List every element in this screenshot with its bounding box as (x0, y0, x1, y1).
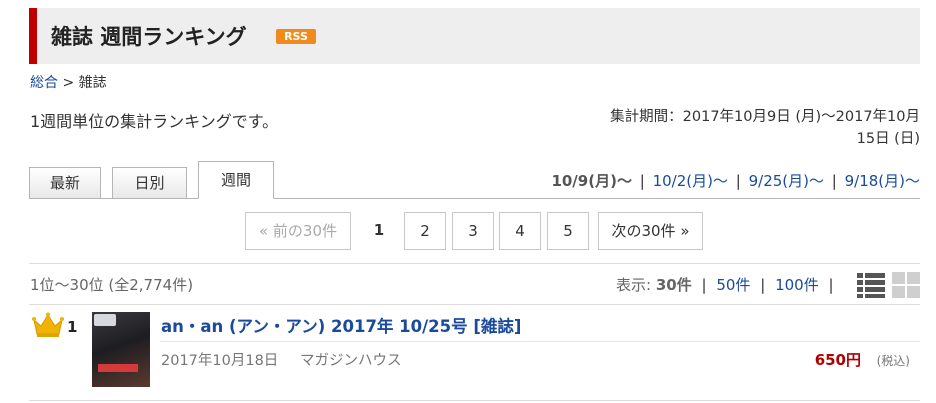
breadcrumb: 総合 > 雑誌 (30, 72, 107, 92)
item-price: 650円 (814, 351, 861, 369)
tab-daily[interactable]: 日別 (112, 167, 187, 199)
tab-latest[interactable]: 最新 (29, 167, 101, 199)
ranking-period: 集計期間：2017年10月9日 (月)〜2017年10月 15日 (日) (560, 106, 920, 150)
divider (29, 304, 920, 305)
pager-next-button[interactable]: 次の30件 » (598, 212, 703, 250)
display-separator: | (828, 276, 834, 294)
page-title: 雑誌 週間ランキング (51, 25, 247, 49)
divider (29, 400, 920, 401)
divider (29, 263, 920, 264)
crown-icon (32, 312, 64, 337)
pager-page-3[interactable]: 3 (452, 212, 494, 250)
rank-number: 1 (67, 318, 78, 336)
item-publisher: マガジンハウス (300, 353, 402, 369)
rss-badge[interactable]: RSS (276, 29, 316, 44)
week-separator: | (735, 172, 741, 190)
display-current: 30件 (655, 276, 692, 294)
display-option-50[interactable]: 50件 (716, 276, 750, 294)
week-separator: | (831, 172, 837, 190)
item-tax-note: (税込) (876, 354, 910, 368)
pager-page-4[interactable]: 4 (499, 212, 541, 250)
week-link-9-25[interactable]: 9/25(月)〜 (749, 172, 824, 190)
display-option-100[interactable]: 100件 (775, 276, 819, 294)
pager-page-5[interactable]: 5 (547, 212, 589, 250)
display-separator: | (701, 276, 707, 294)
magazine-cover-image[interactable] (92, 312, 150, 387)
week-navigation: 10/9(月)〜 | 10/2(月)〜 | 9/25(月)〜 | 9/18(月)… (551, 170, 920, 191)
grid-view-icon[interactable] (892, 272, 920, 298)
display-label: 表示: (616, 276, 652, 294)
pager-prev-button[interactable]: « 前の30件 (245, 212, 351, 250)
display-options: 表示: 30件 | 50件 | 100件 | (616, 274, 839, 295)
tab-weekly[interactable]: 週間 (198, 161, 274, 199)
pager-current-page: 1 (373, 221, 385, 239)
result-count: 1位〜30位 (全2,774件) (30, 276, 194, 294)
breadcrumb-home-link[interactable]: 総合 (30, 75, 58, 91)
item-release-date: 2017年10月18日 (161, 353, 279, 369)
cover-red-banner (98, 364, 138, 372)
pager-page-2[interactable]: 2 (404, 212, 446, 250)
ranking-description: 1週間単位の集計ランキングです。 (30, 112, 279, 131)
breadcrumb-current: 雑誌 (78, 75, 107, 91)
page-header: 雑誌 週間ランキング RSS (29, 8, 920, 64)
item-divider (160, 341, 920, 342)
week-link-10-2[interactable]: 10/2(月)〜 (653, 172, 728, 190)
period-line-2: 15日 (日) (856, 131, 920, 147)
item-title-link[interactable]: an・an (アン・アン) 2017年 10/25号 [雑誌] (161, 313, 521, 337)
list-view-icon[interactable] (857, 272, 885, 298)
cover-masthead (94, 314, 116, 326)
week-link-9-18[interactable]: 9/18(月)〜 (845, 172, 920, 190)
header-accent-bar (29, 8, 37, 64)
period-line-1: 集計期間：2017年10月9日 (月)〜2017年10月 (610, 109, 920, 125)
breadcrumb-separator: > (62, 75, 75, 91)
display-separator: | (760, 276, 766, 294)
week-current: 10/9(月)〜 (551, 172, 632, 190)
week-separator: | (639, 172, 645, 190)
